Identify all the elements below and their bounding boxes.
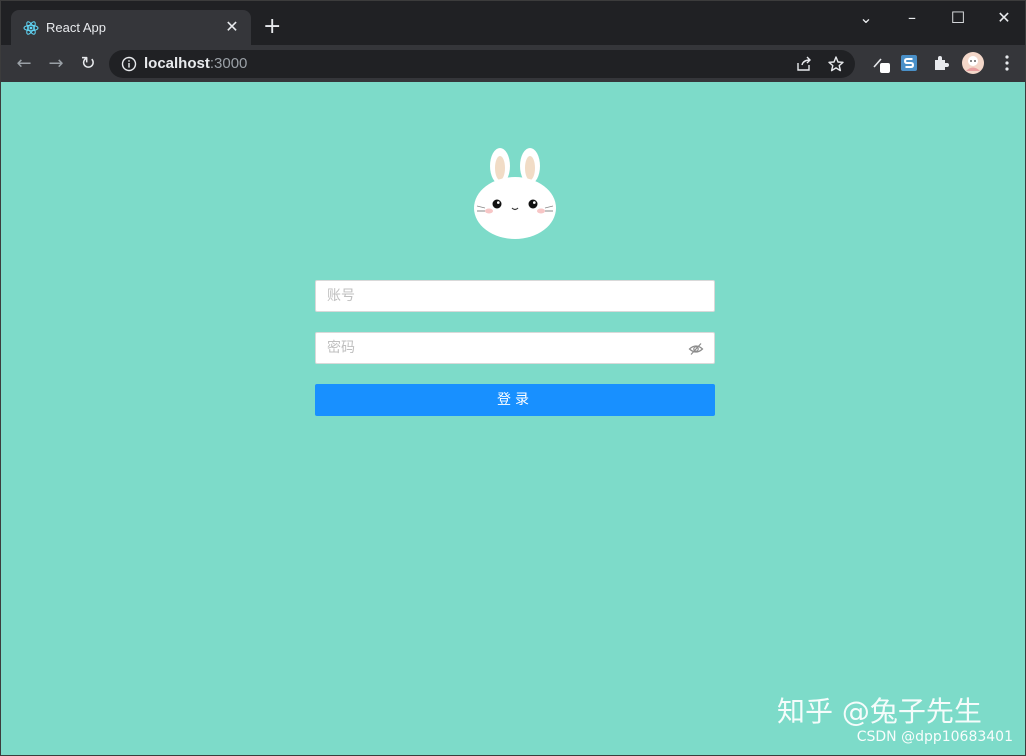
tab-title: React App xyxy=(46,20,106,35)
menu-dots-icon[interactable] xyxy=(997,53,1017,73)
password-field[interactable] xyxy=(315,332,715,364)
extension-s-icon[interactable] xyxy=(899,53,919,73)
csdn-credit: CSDN @dpp10683401 xyxy=(856,729,1013,745)
extension-pen-icon[interactable] xyxy=(871,53,891,73)
puzzle-icon[interactable] xyxy=(931,53,951,73)
new-tab-icon[interactable]: + xyxy=(263,16,281,38)
url-port: :3000 xyxy=(209,55,248,72)
page-viewport: 登录 知乎 @兔子先生 CSDN @dpp10683401 xyxy=(1,82,1025,755)
tab-close-icon[interactable]: ✕ xyxy=(223,18,241,36)
login-button[interactable]: 登录 xyxy=(315,384,715,416)
account-input[interactable] xyxy=(316,281,714,311)
tab-search-icon[interactable]: ⌄ xyxy=(855,7,877,29)
zhihu-watermark: 知乎 @兔子先生 xyxy=(777,695,982,728)
forward-icon[interactable]: → xyxy=(45,53,67,75)
tab-strip: React App ✕ + ⌄ – ☐ ✕ xyxy=(1,1,1025,46)
maximize-icon[interactable]: ☐ xyxy=(947,7,969,29)
back-icon[interactable]: ← xyxy=(13,53,35,75)
reload-icon[interactable]: ↻ xyxy=(77,53,99,75)
info-icon[interactable] xyxy=(121,56,137,72)
close-window-icon[interactable]: ✕ xyxy=(993,7,1015,29)
minimize-icon[interactable]: – xyxy=(901,7,923,29)
react-icon xyxy=(23,21,39,35)
browser-toolbar: ← → ↻ localhost:3000 xyxy=(1,45,1025,82)
browser-window: React App ✕ + ⌄ – ☐ ✕ ← → ↻ localhost:30… xyxy=(0,0,1026,756)
account-field[interactable] xyxy=(315,280,715,312)
address-bar[interactable]: localhost:3000 xyxy=(109,50,855,78)
bunny-icon xyxy=(474,148,556,239)
star-icon[interactable] xyxy=(827,55,845,73)
profile-avatar[interactable] xyxy=(961,51,985,75)
share-icon[interactable] xyxy=(795,55,813,73)
password-input[interactable] xyxy=(316,333,714,363)
url-text[interactable]: localhost:3000 xyxy=(144,55,247,72)
tab-react-app[interactable]: React App ✕ xyxy=(11,10,251,46)
eye-invisible-icon[interactable] xyxy=(688,341,704,357)
url-host: localhost xyxy=(144,55,210,72)
